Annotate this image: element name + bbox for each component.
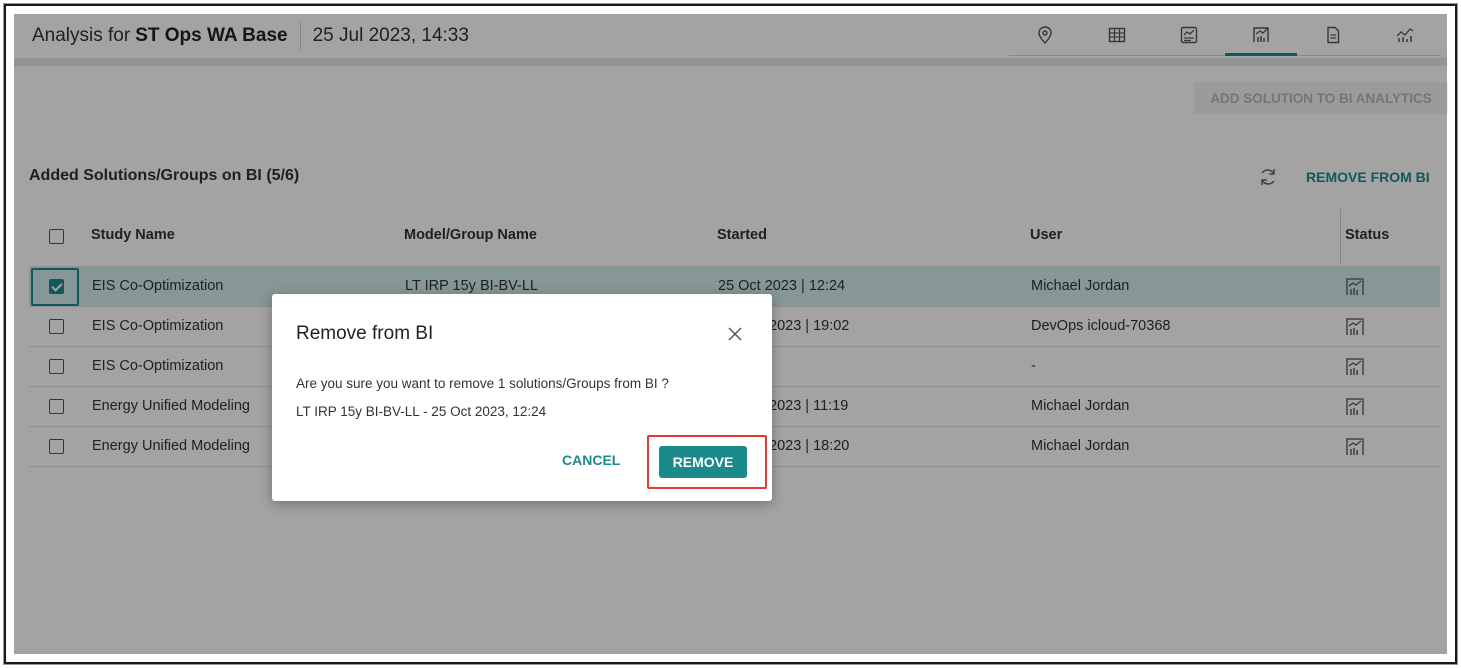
app: Analysis for ST Ops WA Base 25 Jul 2023,… xyxy=(14,14,1448,654)
close-icon[interactable] xyxy=(725,324,745,344)
dialog-message: Are you sure you want to remove 1 soluti… xyxy=(296,376,669,391)
cancel-button[interactable]: CANCEL xyxy=(562,452,620,468)
remove-button[interactable]: REMOVE xyxy=(659,446,747,478)
dialog-detail: LT IRP 15y BI-BV-LL - 25 Oct 2023, 12:24 xyxy=(296,404,547,419)
remove-dialog: Remove from BI Are you sure you want to … xyxy=(272,294,772,501)
window-frame: Analysis for ST Ops WA Base 25 Jul 2023,… xyxy=(4,4,1457,664)
dialog-title: Remove from BI xyxy=(296,323,434,344)
